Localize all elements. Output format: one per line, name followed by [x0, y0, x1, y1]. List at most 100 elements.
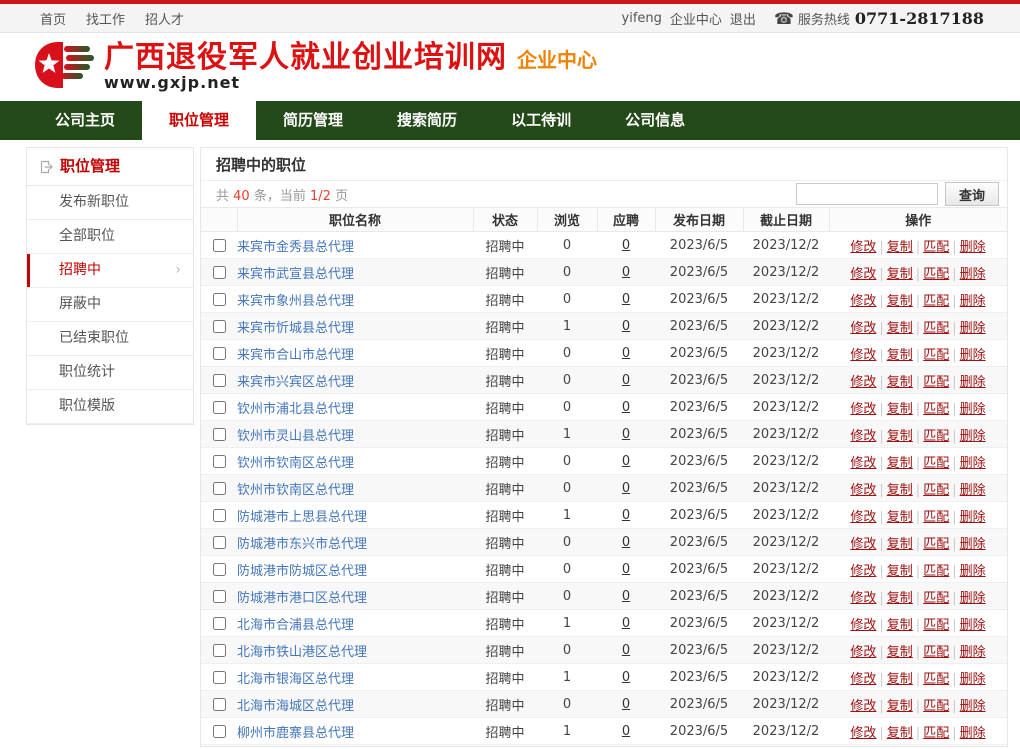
applies-link[interactable]: 0	[622, 670, 630, 685]
job-name-link[interactable]: 来宾市金秀县总代理	[237, 240, 354, 255]
action-edit-link[interactable]: 修改	[850, 537, 876, 552]
row-checkbox[interactable]	[213, 644, 226, 657]
job-name-link[interactable]: 防城港市上思县总代理	[237, 510, 367, 525]
action-delete-link[interactable]: 删除	[960, 564, 986, 579]
action-delete-link[interactable]: 删除	[960, 294, 986, 309]
nav-item-1[interactable]: 公司主页	[28, 101, 142, 140]
applies-link[interactable]: 0	[622, 373, 630, 388]
job-name-link[interactable]: 北海市海城区总代理	[237, 699, 354, 714]
action-match-link[interactable]: 匹配	[923, 645, 949, 660]
action-match-link[interactable]: 匹配	[923, 726, 949, 741]
action-match-link[interactable]: 匹配	[923, 618, 949, 633]
applies-link[interactable]: 0	[622, 481, 630, 496]
action-edit-link[interactable]: 修改	[850, 510, 876, 525]
job-name-link[interactable]: 防城港市港口区总代理	[237, 591, 367, 606]
row-checkbox[interactable]	[213, 698, 226, 711]
sidebar-item-7[interactable]: 职位模版	[27, 390, 193, 424]
row-checkbox[interactable]	[213, 293, 226, 306]
action-copy-link[interactable]: 复制	[887, 429, 913, 444]
nav-item-5[interactable]: 以工待训	[484, 101, 598, 140]
applies-link[interactable]: 0	[622, 427, 630, 442]
action-copy-link[interactable]: 复制	[887, 699, 913, 714]
nav-item-4[interactable]: 搜索简历	[370, 101, 484, 140]
action-match-link[interactable]: 匹配	[923, 321, 949, 336]
search-button[interactable]: 查询	[945, 182, 999, 206]
action-delete-link[interactable]: 删除	[960, 456, 986, 471]
action-match-link[interactable]: 匹配	[923, 267, 949, 282]
action-edit-link[interactable]: 修改	[850, 618, 876, 633]
row-checkbox[interactable]	[213, 563, 226, 576]
action-delete-link[interactable]: 删除	[960, 591, 986, 606]
applies-link[interactable]: 0	[622, 346, 630, 361]
row-checkbox[interactable]	[213, 428, 226, 441]
action-copy-link[interactable]: 复制	[887, 240, 913, 255]
action-copy-link[interactable]: 复制	[887, 510, 913, 525]
action-copy-link[interactable]: 复制	[887, 483, 913, 498]
row-checkbox[interactable]	[213, 671, 226, 684]
search-input[interactable]	[796, 183, 938, 205]
row-checkbox[interactable]	[213, 239, 226, 252]
job-name-link[interactable]: 钦州市浦北县总代理	[237, 402, 354, 417]
applies-link[interactable]: 0	[622, 400, 630, 415]
action-copy-link[interactable]: 复制	[887, 456, 913, 471]
nav-item-2[interactable]: 职位管理	[142, 101, 256, 140]
action-match-link[interactable]: 匹配	[923, 348, 949, 363]
applies-link[interactable]: 0	[622, 724, 630, 739]
job-name-link[interactable]: 来宾市兴宾区总代理	[237, 375, 354, 390]
user-link-1[interactable]: 企业中心	[670, 9, 722, 28]
job-name-link[interactable]: 北海市铁山港区总代理	[237, 645, 367, 660]
job-name-link[interactable]: 北海市合浦县总代理	[237, 618, 354, 633]
action-edit-link[interactable]: 修改	[850, 402, 876, 417]
job-name-link[interactable]: 防城港市防城区总代理	[237, 564, 367, 579]
row-checkbox[interactable]	[213, 590, 226, 603]
row-checkbox[interactable]	[213, 320, 226, 333]
topbar-link-1[interactable]: 首页	[40, 13, 66, 28]
action-edit-link[interactable]: 修改	[850, 591, 876, 606]
action-match-link[interactable]: 匹配	[923, 429, 949, 444]
action-edit-link[interactable]: 修改	[850, 321, 876, 336]
action-copy-link[interactable]: 复制	[887, 348, 913, 363]
action-match-link[interactable]: 匹配	[923, 483, 949, 498]
row-checkbox[interactable]	[213, 536, 226, 549]
action-copy-link[interactable]: 复制	[887, 726, 913, 741]
action-delete-link[interactable]: 删除	[960, 402, 986, 417]
action-delete-link[interactable]: 删除	[960, 267, 986, 282]
action-delete-link[interactable]: 删除	[960, 510, 986, 525]
action-match-link[interactable]: 匹配	[923, 537, 949, 552]
sidebar-item-6[interactable]: 职位统计	[27, 356, 193, 390]
action-delete-link[interactable]: 删除	[960, 240, 986, 255]
row-checkbox[interactable]	[213, 482, 226, 495]
sidebar-item-5[interactable]: 已结束职位	[27, 322, 193, 356]
action-delete-link[interactable]: 删除	[960, 672, 986, 687]
action-delete-link[interactable]: 删除	[960, 645, 986, 660]
action-copy-link[interactable]: 复制	[887, 672, 913, 687]
action-edit-link[interactable]: 修改	[850, 672, 876, 687]
action-match-link[interactable]: 匹配	[923, 591, 949, 606]
row-checkbox[interactable]	[213, 617, 226, 630]
applies-link[interactable]: 0	[622, 292, 630, 307]
sidebar-item-4[interactable]: 屏蔽中	[27, 288, 193, 322]
action-copy-link[interactable]: 复制	[887, 375, 913, 390]
action-match-link[interactable]: 匹配	[923, 564, 949, 579]
job-name-link[interactable]: 防城港市东兴市总代理	[237, 537, 367, 552]
job-name-link[interactable]: 来宾市合山市总代理	[237, 348, 354, 363]
applies-link[interactable]: 0	[622, 265, 630, 280]
job-name-link[interactable]: 北海市银海区总代理	[237, 672, 354, 687]
row-checkbox[interactable]	[213, 509, 226, 522]
applies-link[interactable]: 0	[622, 697, 630, 712]
action-match-link[interactable]: 匹配	[923, 375, 949, 390]
action-delete-link[interactable]: 删除	[960, 699, 986, 714]
action-copy-link[interactable]: 复制	[887, 321, 913, 336]
row-checkbox[interactable]	[213, 374, 226, 387]
action-edit-link[interactable]: 修改	[850, 456, 876, 471]
action-match-link[interactable]: 匹配	[923, 294, 949, 309]
action-delete-link[interactable]: 删除	[960, 726, 986, 741]
applies-link[interactable]: 0	[622, 616, 630, 631]
action-edit-link[interactable]: 修改	[850, 375, 876, 390]
applies-link[interactable]: 0	[622, 562, 630, 577]
sidebar-item-3[interactable]: 招聘中›	[27, 254, 193, 288]
job-name-link[interactable]: 钦州市钦南区总代理	[237, 483, 354, 498]
row-checkbox[interactable]	[213, 347, 226, 360]
action-edit-link[interactable]: 修改	[850, 267, 876, 282]
applies-link[interactable]: 0	[622, 589, 630, 604]
